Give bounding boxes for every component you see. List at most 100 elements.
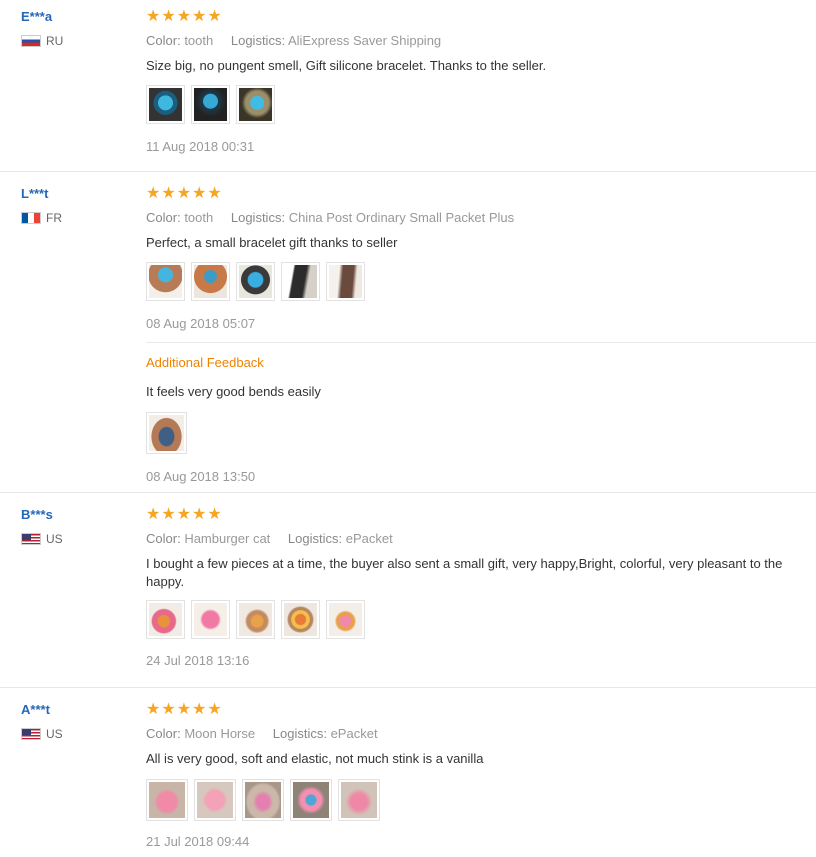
usa-flag-icon bbox=[21, 728, 41, 740]
review-photos bbox=[146, 779, 816, 821]
review-photo[interactable] bbox=[194, 779, 236, 821]
star-rating: ★ ★ ★ ★ ★ bbox=[146, 702, 816, 718]
review-photo[interactable] bbox=[191, 262, 230, 301]
country-code: FR bbox=[46, 211, 62, 225]
reviewer-country: US bbox=[21, 727, 63, 741]
review-divider bbox=[0, 171, 816, 172]
reviewer-country: RU bbox=[21, 34, 63, 48]
color-value: tooth bbox=[184, 33, 214, 48]
review-photo[interactable] bbox=[236, 262, 275, 301]
star-icon: ★ bbox=[161, 701, 176, 718]
additional-feedback-photos bbox=[146, 412, 816, 454]
star-icon: ★ bbox=[161, 8, 176, 25]
review-photo[interactable] bbox=[281, 262, 320, 301]
review-date: 21 Jul 2018 09:44 bbox=[146, 834, 250, 849]
reviewer-name[interactable]: L***t bbox=[21, 186, 48, 201]
star-icon: ★ bbox=[146, 701, 161, 718]
review-photo[interactable] bbox=[146, 85, 185, 124]
france-flag-icon bbox=[21, 212, 41, 224]
logistics-label: Logistics: bbox=[230, 210, 286, 225]
logistics-label: Logistics: bbox=[272, 726, 327, 741]
star-icon: ★ bbox=[207, 8, 222, 25]
color-value: tooth bbox=[184, 210, 214, 225]
review-body: ★ ★ ★ ★ ★ Color: tooth Logistics: AliExpress… bbox=[146, 9, 816, 154]
color-value: Moon Horse bbox=[184, 726, 256, 741]
review-date: 24 Jul 2018 13:16 bbox=[146, 653, 250, 668]
usa-flag-icon bbox=[21, 533, 41, 545]
star-icon: ★ bbox=[192, 701, 207, 718]
review-body: ★ ★ ★ ★ ★ Color: Hamburger cat Logistics: eP… bbox=[146, 507, 816, 668]
review-text: I bought a few pieces at a time, the buy… bbox=[146, 556, 783, 589]
review-photo[interactable] bbox=[290, 779, 332, 821]
review-date: 11 Aug 2018 00:31 bbox=[146, 139, 255, 154]
star-icon: ★ bbox=[146, 185, 161, 202]
review-photo[interactable] bbox=[146, 412, 187, 454]
review-photo[interactable] bbox=[191, 600, 230, 639]
reviewer-name[interactable]: E***a bbox=[21, 9, 52, 24]
review-photo[interactable] bbox=[236, 600, 275, 639]
review-meta: Color: Hamburger cat Logistics: ePacket bbox=[146, 531, 816, 546]
review-meta: Color: tooth Logistics: China Post Ordin… bbox=[146, 210, 816, 225]
review-photo[interactable] bbox=[146, 779, 188, 821]
additional-feedback-divider bbox=[146, 342, 816, 343]
russia-flag-icon bbox=[21, 35, 41, 47]
star-icon: ★ bbox=[176, 506, 192, 523]
star-icon: ★ bbox=[192, 8, 207, 25]
review-meta: Color: tooth Logistics: AliExpress Saver… bbox=[146, 33, 816, 48]
color-label: Color: bbox=[146, 33, 181, 48]
country-code: US bbox=[46, 532, 63, 546]
reviewer-name[interactable]: B***s bbox=[21, 507, 53, 522]
reviewer-country: FR bbox=[21, 211, 62, 225]
color-label: Color: bbox=[146, 210, 181, 225]
review-photo[interactable] bbox=[146, 262, 185, 301]
logistics-value: ePacket bbox=[345, 531, 393, 546]
star-icon: ★ bbox=[207, 506, 222, 523]
star-icon: ★ bbox=[207, 185, 222, 202]
logistics-value: ePacket bbox=[330, 726, 378, 741]
star-icon: ★ bbox=[192, 506, 207, 523]
star-rating: ★ ★ ★ ★ ★ bbox=[146, 9, 816, 25]
review-text: All is very good, soft and elastic, not … bbox=[146, 751, 484, 766]
star-rating: ★ ★ ★ ★ ★ bbox=[146, 507, 816, 523]
review-body: ★ ★ ★ ★ ★ Color: tooth Logistics: China Post… bbox=[146, 186, 816, 331]
color-label: Color: bbox=[146, 531, 181, 546]
country-code: US bbox=[46, 727, 63, 741]
star-icon: ★ bbox=[146, 506, 161, 523]
star-icon: ★ bbox=[161, 506, 176, 523]
review-photos bbox=[146, 262, 816, 301]
star-icon: ★ bbox=[176, 701, 192, 718]
review-divider bbox=[0, 687, 816, 688]
logistics-label: Logistics: bbox=[230, 33, 286, 48]
review-text: Size big, no pungent smell, Gift silicon… bbox=[146, 58, 547, 73]
review-photos bbox=[146, 85, 816, 124]
review-photo[interactable] bbox=[338, 779, 380, 821]
star-icon: ★ bbox=[207, 701, 222, 718]
country-code: RU bbox=[46, 34, 64, 48]
review-photo[interactable] bbox=[191, 85, 230, 124]
reviewer-name[interactable]: A***t bbox=[21, 702, 50, 717]
star-rating: ★ ★ ★ ★ ★ bbox=[146, 186, 816, 202]
logistics-value: AliExpress Saver Shipping bbox=[287, 33, 442, 48]
review-photo[interactable] bbox=[146, 600, 185, 639]
logistics-label: Logistics: bbox=[287, 531, 343, 546]
review-date: 08 Aug 2018 05:07 bbox=[146, 316, 256, 331]
review-divider bbox=[0, 492, 816, 493]
review-photo[interactable] bbox=[242, 779, 284, 821]
review-text: Perfect, a small bracelet gift thanks to… bbox=[146, 235, 398, 250]
review-photo[interactable] bbox=[326, 262, 365, 301]
star-icon: ★ bbox=[161, 185, 176, 202]
logistics-value: China Post Ordinary Small Packet Plus bbox=[288, 210, 515, 225]
review-photos bbox=[146, 600, 816, 639]
additional-feedback-title: Additional Feedback bbox=[146, 355, 264, 370]
review-photo[interactable] bbox=[281, 600, 320, 639]
review-photo[interactable] bbox=[236, 85, 275, 124]
additional-feedback-text: It feels very good bends easily bbox=[146, 384, 321, 399]
additional-feedback-date: 08 Aug 2018 13:50 bbox=[146, 469, 256, 484]
star-icon: ★ bbox=[192, 185, 207, 202]
color-label: Color: bbox=[146, 726, 181, 741]
review-meta: Color: Moon Horse Logistics: ePacket bbox=[146, 726, 816, 741]
star-icon: ★ bbox=[176, 185, 192, 202]
review-body: ★ ★ ★ ★ ★ Color: Moon Horse Logistics: ePack… bbox=[146, 702, 816, 849]
review-photo[interactable] bbox=[326, 600, 365, 639]
color-value: Hamburger cat bbox=[184, 531, 271, 546]
